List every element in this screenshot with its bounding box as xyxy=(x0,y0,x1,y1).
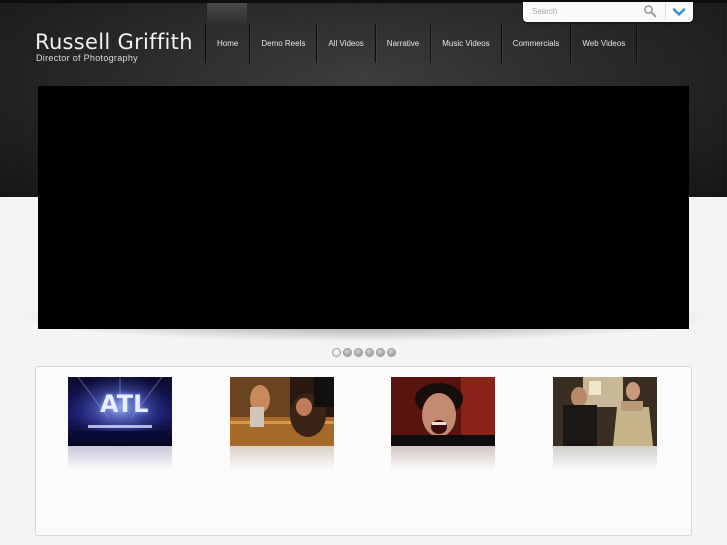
brand-subtitle: Director of Photography xyxy=(36,53,138,63)
slider-dot-1[interactable] xyxy=(333,349,340,356)
thumbnail-rooftop-reflection xyxy=(230,446,334,470)
nav-item-narrative[interactable]: Narrative xyxy=(376,24,432,63)
nav-item-all-videos[interactable]: All Videos xyxy=(317,24,376,63)
nav-item-commercials[interactable]: Commercials xyxy=(502,24,572,63)
thumbnail-dancing-couple-reflection xyxy=(553,446,657,470)
slider-dot-5[interactable] xyxy=(377,349,384,356)
nav-item-music-videos[interactable]: Music Videos xyxy=(431,24,502,63)
nav-item-web-videos[interactable]: Web Videos xyxy=(571,24,638,63)
slider-dot-2[interactable] xyxy=(344,349,351,356)
slider-dot-6[interactable] xyxy=(388,349,395,356)
thumbnail-rooftop[interactable] xyxy=(230,377,334,446)
thumbnail-screaming-man-reflection xyxy=(391,446,495,470)
thumbnail-atl-text: ATL xyxy=(100,390,149,418)
chevron-down-icon[interactable] xyxy=(669,3,689,20)
slider-dot-3[interactable] xyxy=(355,349,362,356)
thumbnail-screaming-man[interactable] xyxy=(391,377,495,446)
slider-dot-4[interactable] xyxy=(366,349,373,356)
slider-pagination xyxy=(333,349,395,356)
thumbnail-dancing-couple[interactable] xyxy=(553,377,657,446)
video-player[interactable] xyxy=(38,86,689,329)
brand-name[interactable]: Russell Griffith xyxy=(35,30,193,54)
search-input[interactable] xyxy=(527,4,653,19)
search-divider xyxy=(665,3,666,20)
nav-active-indicator xyxy=(207,3,247,24)
nav-item-demo-reels[interactable]: Demo Reels xyxy=(250,24,318,63)
magnifier-icon[interactable] xyxy=(643,4,657,18)
nav-item-home[interactable]: Home xyxy=(205,24,251,63)
main-navigation: Home Demo Reels All Videos Narrative Mus… xyxy=(205,24,638,63)
thumbnail-atl-reflection xyxy=(68,446,172,470)
thumbnail-atl[interactable]: ATL xyxy=(68,376,172,446)
